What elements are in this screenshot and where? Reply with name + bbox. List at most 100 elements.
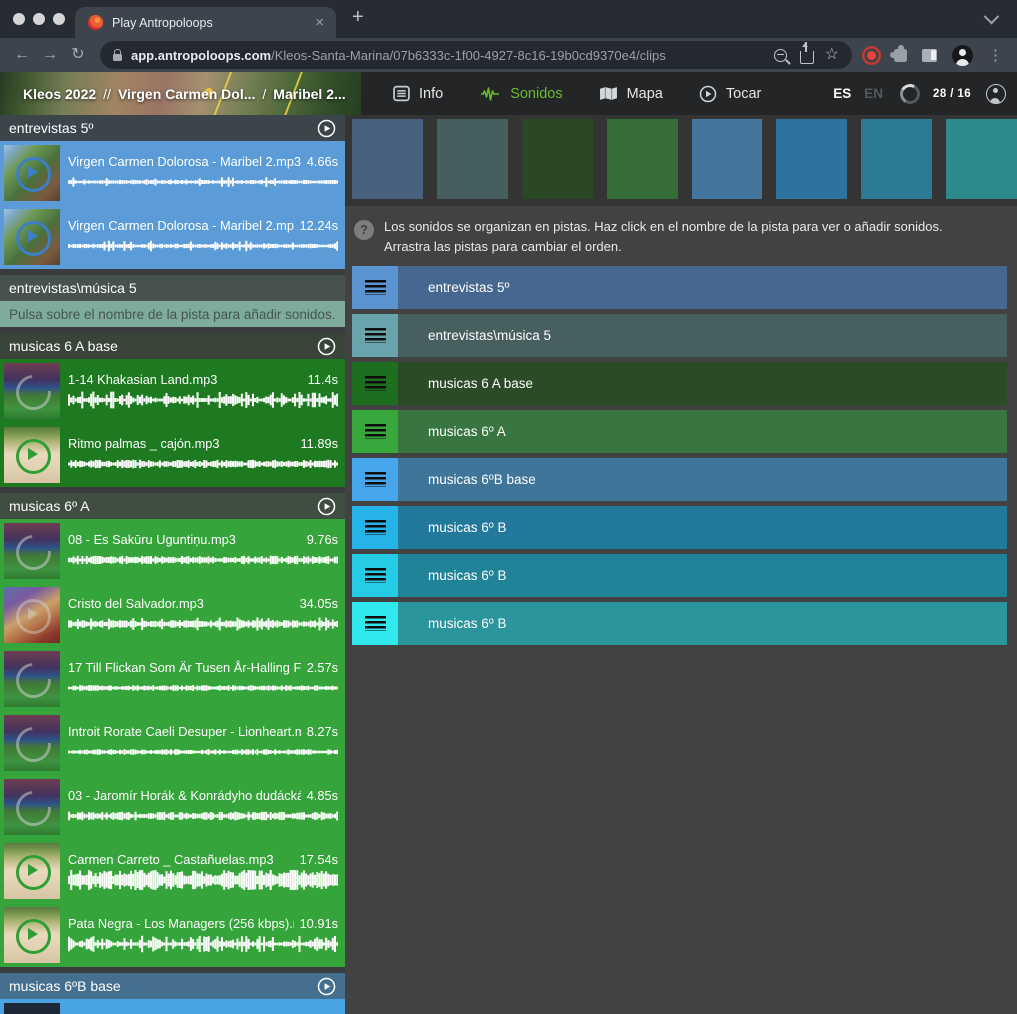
track-name[interactable]: musicas 6º B <box>398 602 1007 645</box>
track-name[interactable]: musicas 6º B <box>398 506 1007 549</box>
track-color-swatch[interactable] <box>776 119 847 199</box>
browser-tab[interactable]: Play Antropoloops × <box>75 7 336 38</box>
side-panel-icon[interactable] <box>922 49 937 62</box>
clip-meta: Virgen Carmen Dolorosa - Maribel 2.mp34.… <box>60 154 338 192</box>
clip-row[interactable]: Pata Negra - Los Managers (256 kbps).mp3… <box>0 903 345 967</box>
track-section-header[interactable]: entrevistas 5º <box>0 115 345 141</box>
tab-label: Tocar <box>726 86 761 102</box>
back-button[interactable]: ← <box>8 47 36 63</box>
drag-handle-icon <box>365 520 386 535</box>
play-track-icon[interactable] <box>317 337 336 356</box>
track-section-title: entrevistas\música 5 <box>9 280 336 296</box>
clip-thumbnail[interactable] <box>4 715 60 771</box>
reload-button[interactable]: ↻ <box>64 47 92 63</box>
track-drag-handle[interactable] <box>352 506 398 549</box>
track-row[interactable]: musicas 6º A <box>352 410 1007 453</box>
breadcrumb[interactable]: Kleos 2022 // Virgen Carmen Dol... / Mar… <box>0 72 361 115</box>
track-row[interactable]: musicas 6 A base <box>352 362 1007 405</box>
breadcrumb-clip[interactable]: Maribel 2... <box>273 86 345 102</box>
minimize-window-button[interactable] <box>33 13 45 25</box>
track-color-swatch[interactable] <box>522 119 593 199</box>
track-name[interactable]: entrevistas\música 5 <box>398 314 1007 357</box>
track-row[interactable]: entrevistas\música 5 <box>352 314 1007 357</box>
tab-search-chevron-icon[interactable] <box>984 8 1000 24</box>
track-drag-handle[interactable] <box>352 602 398 645</box>
tab-tocar[interactable]: Tocar <box>699 85 761 103</box>
clip-row[interactable]: Ritmo palmas _ cajón.mp311.89s <box>0 423 345 487</box>
track-row[interactable]: musicas 6º B <box>352 554 1007 597</box>
share-icon[interactable] <box>800 51 814 64</box>
address-bar[interactable]: app.antropoloops.com/Kleos-Santa-Marina/… <box>100 41 852 69</box>
clip-thumbnail[interactable] <box>4 587 60 643</box>
forward-button[interactable]: → <box>36 47 64 63</box>
track-name[interactable]: musicas 6ºB base <box>398 458 1007 501</box>
track-drag-handle[interactable] <box>352 314 398 357</box>
clip-thumbnail[interactable] <box>4 1003 60 1014</box>
clip-row[interactable]: Carmen Carreto _ Castañuelas.mp317.54s <box>0 839 345 903</box>
track-name[interactable]: musicas 6º B <box>398 554 1007 597</box>
breadcrumb-track[interactable]: Virgen Carmen Dol... <box>118 86 255 102</box>
clip-thumbnail[interactable] <box>4 427 60 483</box>
track-section-header[interactable]: musicas 6 A base <box>0 333 345 359</box>
clip-thumbnail[interactable] <box>4 209 60 265</box>
lang-es-button[interactable]: ES <box>833 86 851 101</box>
track-drag-handle[interactable] <box>352 554 398 597</box>
tab-sonidos[interactable]: Sonidos <box>479 86 562 102</box>
clip-thumbnail[interactable] <box>4 907 60 963</box>
track-color-swatch[interactable] <box>946 119 1017 199</box>
track-section-header[interactable]: musicas 6º A <box>0 493 345 519</box>
play-track-icon[interactable] <box>317 119 336 138</box>
account-icon[interactable] <box>986 84 1006 104</box>
play-track-icon[interactable] <box>317 497 336 516</box>
clip-row[interactable]: 03 - Jaromír Horák & Konrádyho dudácká .… <box>0 775 345 839</box>
new-tab-button[interactable]: + <box>336 0 364 38</box>
clip-thumbnail[interactable] <box>4 843 60 899</box>
clip-row[interactable]: 08 - Es Sakūru Uguntiņu.mp39.76s <box>0 519 345 583</box>
record-extension-icon[interactable] <box>867 51 876 60</box>
clip-row[interactable]: Introit Rorate Caeli Desuper - Lionheart… <box>0 711 345 775</box>
tab-mapa[interactable]: Mapa <box>599 86 663 102</box>
clip-row[interactable]: 1-14 Khakasian Land.mp311.4s <box>0 359 345 423</box>
play-track-icon[interactable] <box>317 977 336 996</box>
breadcrumb-project[interactable]: Kleos 2022 <box>23 86 96 102</box>
extensions-puzzle-icon[interactable] <box>894 49 907 62</box>
track-row[interactable]: musicas 6º B <box>352 602 1007 645</box>
zoom-out-icon[interactable] <box>774 49 787 62</box>
clip-thumbnail[interactable] <box>4 363 60 419</box>
waveform <box>68 236 338 256</box>
clip-row[interactable]: Cristo del Salvador.mp334.05s <box>0 583 345 647</box>
track-drag-handle[interactable] <box>352 362 398 405</box>
close-window-button[interactable] <box>13 13 25 25</box>
clip-row[interactable]: Virgen Carmen Dolorosa - Maribel 2.mp34.… <box>0 141 345 205</box>
clip-row[interactable]: Virgen Carmen Dolorosa - Maribel 2.mp312… <box>0 205 345 269</box>
tab-info[interactable]: Info <box>393 85 443 102</box>
clip-row[interactable]: 17 Till Flickan Som Är Tusen År-Halling … <box>0 647 345 711</box>
track-drag-handle[interactable] <box>352 266 398 309</box>
track-name[interactable]: musicas 6 A base <box>398 362 1007 405</box>
track-drag-handle[interactable] <box>352 458 398 501</box>
clip-thumbnail[interactable] <box>4 523 60 579</box>
track-name[interactable]: entrevistas 5º <box>398 266 1007 309</box>
track-name[interactable]: musicas 6º A <box>398 410 1007 453</box>
clip-thumbnail[interactable] <box>4 651 60 707</box>
track-color-swatch[interactable] <box>692 119 763 199</box>
track-color-swatch[interactable] <box>437 119 508 199</box>
track-row[interactable]: entrevistas 5º <box>352 266 1007 309</box>
lang-en-button[interactable]: EN <box>864 86 883 101</box>
browser-profile-avatar[interactable] <box>952 45 973 66</box>
track-section-header[interactable]: musicas 6ºB base <box>0 973 345 999</box>
track-section-header[interactable]: entrevistas\música 5 <box>0 275 345 301</box>
close-tab-icon[interactable]: × <box>311 14 328 31</box>
clip-row[interactable]: BASE Pata Negra - Los Managers3.77s <box>0 999 345 1014</box>
track-row[interactable]: musicas 6º B <box>352 506 1007 549</box>
browser-menu-icon[interactable]: ⋮ <box>988 48 1003 63</box>
zoom-window-button[interactable] <box>53 13 65 25</box>
track-row[interactable]: musicas 6ºB base <box>352 458 1007 501</box>
track-drag-handle[interactable] <box>352 410 398 453</box>
bookmark-star-icon[interactable]: ☆ <box>825 47 839 63</box>
track-color-swatch[interactable] <box>352 119 423 199</box>
clip-thumbnail[interactable] <box>4 145 60 201</box>
track-color-swatch[interactable] <box>861 119 932 199</box>
clip-thumbnail[interactable] <box>4 779 60 835</box>
track-color-swatch[interactable] <box>607 119 678 199</box>
